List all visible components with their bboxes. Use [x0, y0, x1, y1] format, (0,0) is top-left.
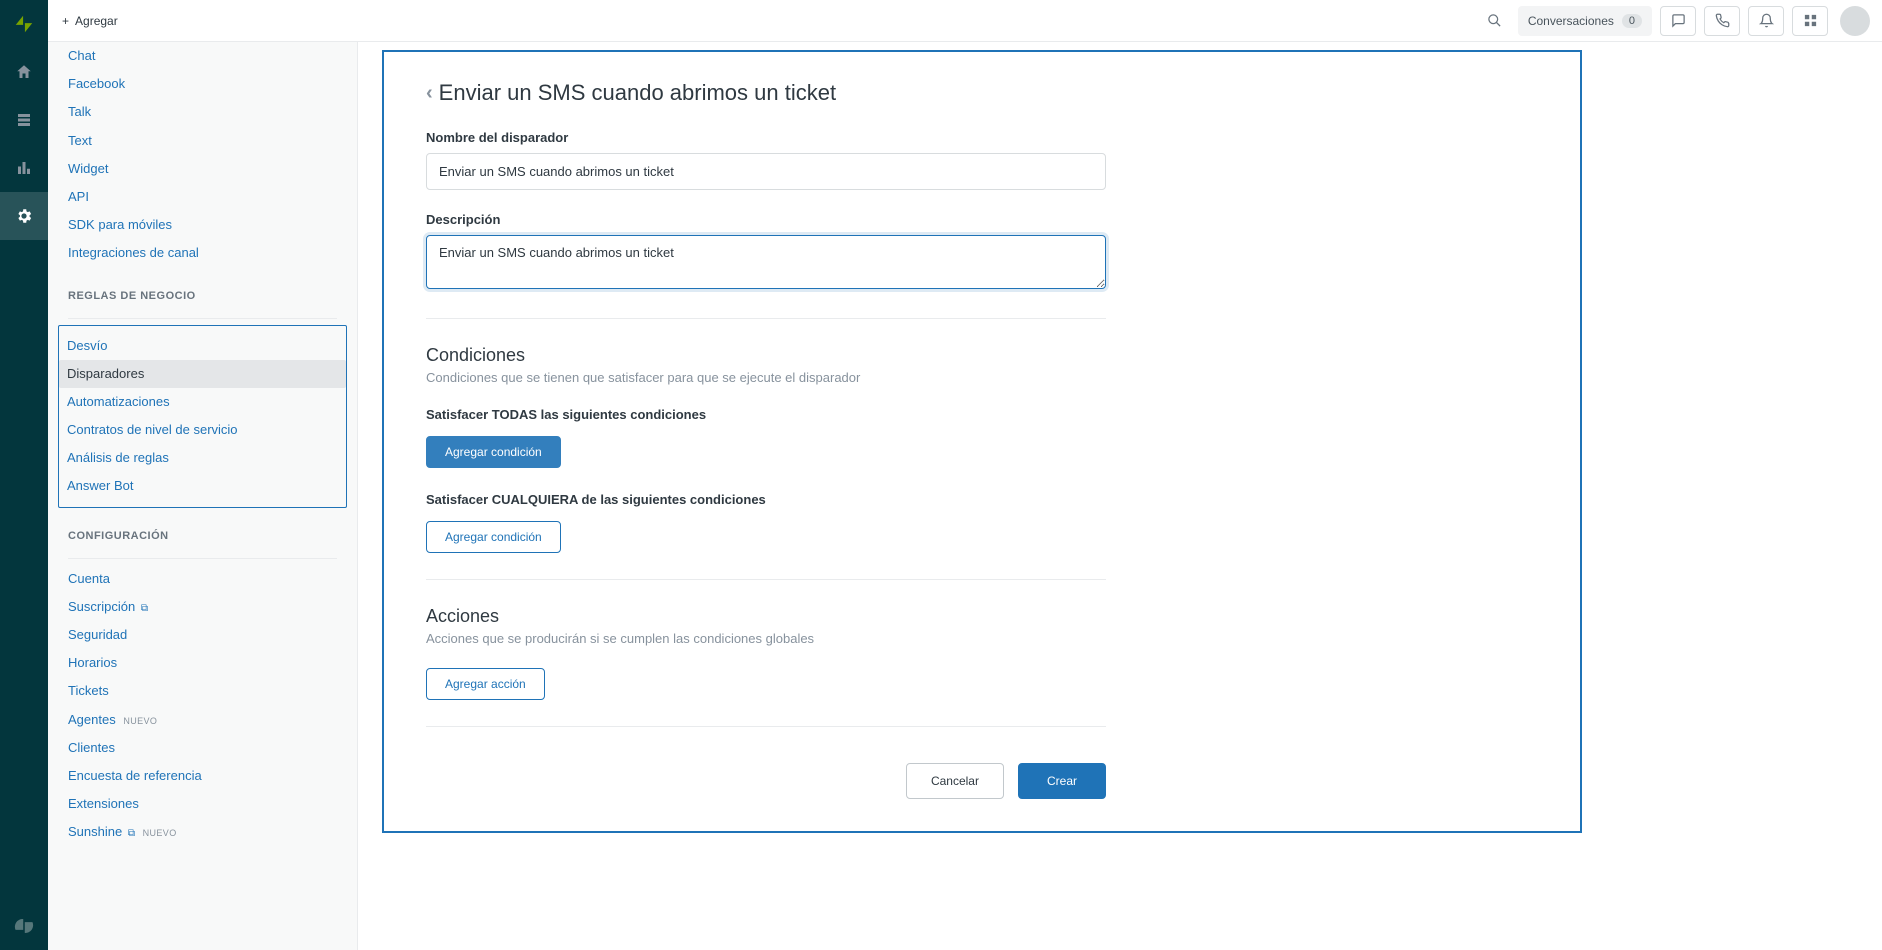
- rail-views[interactable]: [0, 96, 48, 144]
- sidebar-item[interactable]: Tickets: [60, 677, 345, 705]
- logo-icon: [0, 0, 48, 48]
- divider: [426, 318, 1106, 319]
- footer-actions: Cancelar Crear: [426, 753, 1106, 799]
- sidebar-item[interactable]: Extensiones: [60, 790, 345, 818]
- add-tab-label: Agregar: [75, 14, 118, 28]
- search-button[interactable]: [1480, 6, 1510, 36]
- sidebar-item[interactable]: Chat: [60, 42, 345, 70]
- new-badge: NUEVO: [123, 716, 157, 726]
- sidebar-item[interactable]: Sunshine ⧉ NUEVO: [60, 818, 345, 846]
- back-chevron-icon[interactable]: ‹: [426, 83, 433, 103]
- trigger-name-input[interactable]: [426, 153, 1106, 190]
- conditions-desc: Condiciones que se tienen que satisfacer…: [426, 370, 1538, 385]
- sidebar-heading-rules: REGLAS DE NEGOCIO: [48, 268, 357, 312]
- sidebar-item[interactable]: Integraciones de canal: [60, 239, 345, 267]
- trigger-desc-input[interactable]: [426, 235, 1106, 289]
- conversations-button[interactable]: Conversaciones 0: [1518, 6, 1652, 36]
- create-button[interactable]: Crear: [1018, 763, 1106, 799]
- nav-rail: [0, 0, 48, 950]
- trigger-desc-label: Descripción: [426, 212, 1538, 227]
- conversations-count: 0: [1622, 14, 1642, 28]
- new-badge: NUEVO: [143, 828, 177, 838]
- notifications-button[interactable]: [1748, 6, 1784, 36]
- all-conditions-label: Satisfacer TODAS las siguientes condicio…: [426, 407, 1538, 422]
- sidebar-item[interactable]: Agentes NUEVO: [60, 706, 345, 734]
- divider: [426, 579, 1106, 580]
- external-link-icon: ⧉: [141, 603, 148, 614]
- conversations-label: Conversaciones: [1528, 14, 1614, 28]
- add-tab-button[interactable]: + Agregar: [48, 0, 132, 41]
- conditions-title: Condiciones: [426, 345, 1538, 366]
- panel-title-text: Enviar un SMS cuando abrimos un ticket: [439, 80, 836, 106]
- sidebar-item[interactable]: Encuesta de referencia: [60, 762, 345, 790]
- actions-desc: Acciones que se producirán si se cumplen…: [426, 631, 1538, 646]
- add-any-condition-button[interactable]: Agregar condición: [426, 521, 561, 553]
- add-all-condition-button[interactable]: Agregar condición: [426, 436, 561, 468]
- sidebar-item[interactable]: Talk: [60, 98, 345, 126]
- sidebar-item[interactable]: Suscripción ⧉: [60, 593, 345, 621]
- main-content: ‹ Enviar un SMS cuando abrimos un ticket…: [358, 42, 1882, 950]
- cancel-button[interactable]: Cancelar: [906, 763, 1004, 799]
- sidebar-heading-config: CONFIGURACIÓN: [48, 508, 357, 552]
- sidebar-item[interactable]: Facebook: [60, 70, 345, 98]
- sidebar-item[interactable]: API: [60, 183, 345, 211]
- plus-icon: +: [62, 14, 69, 28]
- phone-button[interactable]: [1704, 6, 1740, 36]
- top-header: + Agregar Conversaciones 0: [48, 0, 1882, 42]
- sidebar-item[interactable]: Desvío: [59, 332, 346, 360]
- rail-home[interactable]: [0, 48, 48, 96]
- sidebar-item[interactable]: Text: [60, 127, 345, 155]
- sidebar-item[interactable]: Answer Bot: [59, 472, 346, 500]
- zendesk-icon[interactable]: [0, 902, 48, 950]
- trigger-name-label: Nombre del disparador: [426, 130, 1538, 145]
- rail-reports[interactable]: [0, 144, 48, 192]
- sidebar-item[interactable]: Seguridad: [60, 621, 345, 649]
- rail-admin[interactable]: [0, 192, 48, 240]
- chat-button[interactable]: [1660, 6, 1696, 36]
- sidebar-item[interactable]: Clientes: [60, 734, 345, 762]
- sidebar-item[interactable]: Widget: [60, 155, 345, 183]
- any-conditions-label: Satisfacer CUALQUIERA de las siguientes …: [426, 492, 1538, 507]
- divider: [426, 726, 1106, 727]
- sidebar-item[interactable]: Disparadores: [59, 360, 346, 388]
- sidebar-item[interactable]: Automatizaciones: [59, 388, 346, 416]
- panel-title: ‹ Enviar un SMS cuando abrimos un ticket: [426, 80, 1538, 106]
- settings-sidebar: ChatFacebookTalkTextWidgetAPISDK para mó…: [48, 42, 358, 950]
- user-avatar[interactable]: [1840, 6, 1870, 36]
- trigger-form-panel: ‹ Enviar un SMS cuando abrimos un ticket…: [382, 50, 1582, 833]
- sidebar-item[interactable]: Contratos de nivel de servicio: [59, 416, 346, 444]
- sidebar-item[interactable]: Cuenta: [60, 565, 345, 593]
- actions-title: Acciones: [426, 606, 1538, 627]
- apps-button[interactable]: [1792, 6, 1828, 36]
- add-action-button[interactable]: Agregar acción: [426, 668, 545, 700]
- external-link-icon: ⧉: [128, 828, 135, 839]
- sidebar-item[interactable]: Análisis de reglas: [59, 444, 346, 472]
- sidebar-item[interactable]: Horarios: [60, 649, 345, 677]
- sidebar-item[interactable]: SDK para móviles: [60, 211, 345, 239]
